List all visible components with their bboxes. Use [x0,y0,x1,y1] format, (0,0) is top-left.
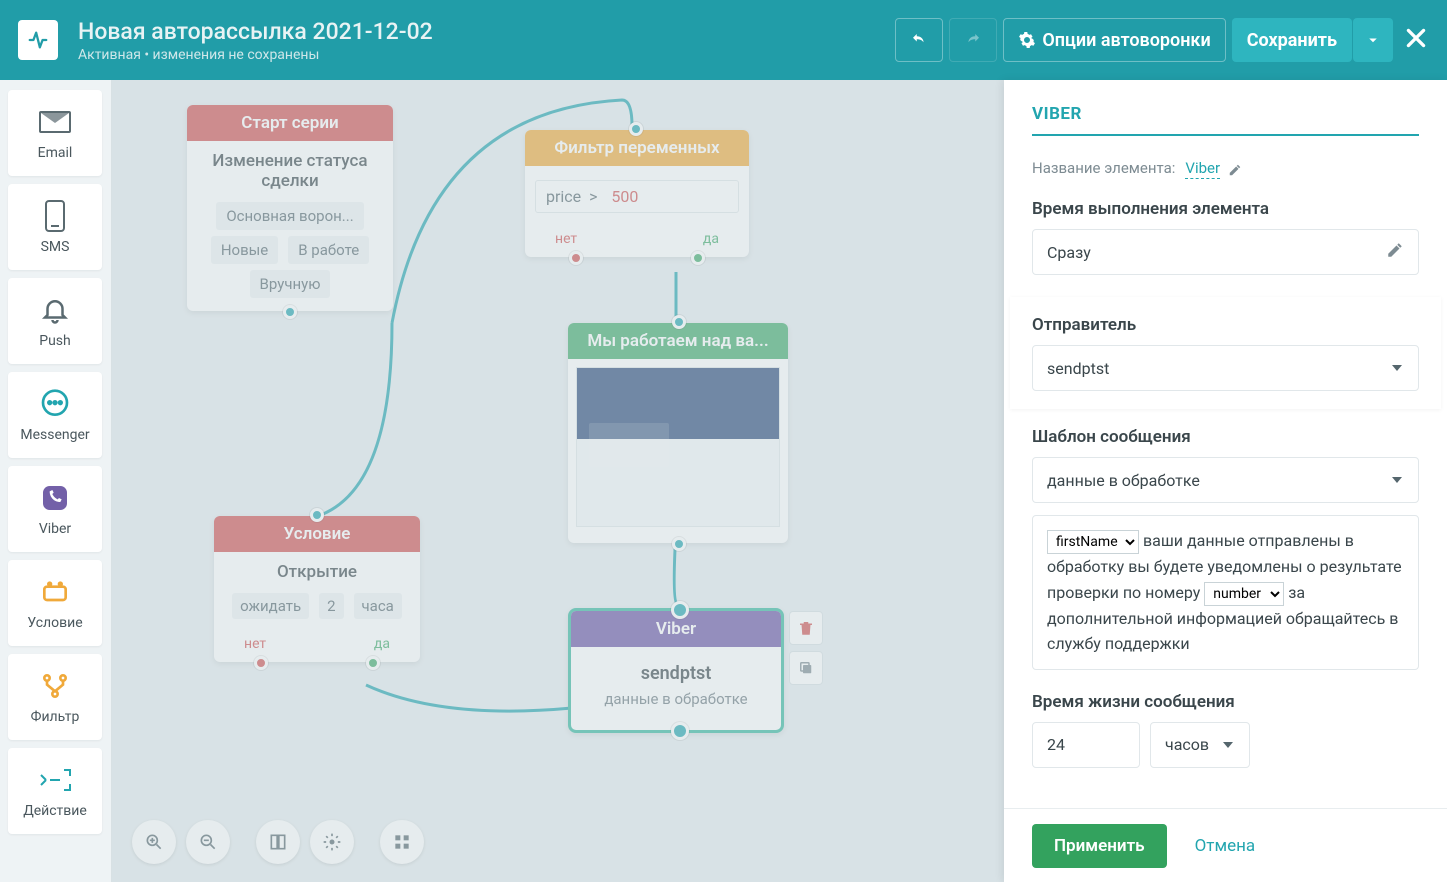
connector[interactable] [671,601,689,619]
email-preview [576,367,780,527]
connector[interactable] [629,122,643,136]
page-status: Активная • изменения не сохранены [78,47,889,63]
apply-button[interactable]: Применить [1032,824,1167,868]
save-dropdown[interactable] [1353,18,1393,62]
tool-sms[interactable]: SMS [8,184,102,270]
connector[interactable] [672,315,686,329]
connector[interactable] [310,508,324,522]
tool-action[interactable]: Действие [8,748,102,834]
connector-no[interactable] [254,656,268,670]
settings-button[interactable] [310,820,354,864]
save-button[interactable]: Сохранить [1232,18,1352,62]
tool-condition[interactable]: Условие [8,560,102,646]
element-name[interactable]: Viber [1185,159,1220,179]
zoom-in-button[interactable] [132,820,176,864]
map-button[interactable] [256,820,300,864]
tool-push[interactable]: Push [8,278,102,364]
close-button[interactable] [1403,25,1429,55]
connector[interactable] [283,305,297,319]
grid-button[interactable] [380,820,424,864]
tool-viber[interactable]: Viber [8,466,102,552]
delete-node-button[interactable] [789,611,823,645]
panel-title: VIBER [1032,104,1419,136]
app-logo[interactable] [18,20,58,60]
message-body[interactable]: firstName ваши данные отправлены в обраб… [1032,515,1419,670]
node-viber[interactable]: Viber sendptst данные в обработке [568,608,784,733]
tool-messenger[interactable]: Messenger [8,372,102,458]
node-start[interactable]: Старт серии Изменение статуса сделки Осн… [187,105,393,311]
connector[interactable] [671,722,689,740]
cancel-button[interactable]: Отмена [1195,836,1256,856]
pencil-icon [1386,241,1404,263]
copy-node-button[interactable] [789,651,823,685]
variable-number[interactable]: number [1204,582,1284,606]
template-select[interactable]: данные в обработке [1032,457,1419,503]
tool-email[interactable]: Email [8,90,102,176]
variable-firstname[interactable]: firstName [1047,530,1139,554]
edit-name-icon[interactable] [1228,162,1242,176]
node-email[interactable]: Мы работаем над ва... [568,323,788,543]
page-title: Новая авторассылка 2021-12-02 [78,18,889,45]
ttl-value-input[interactable]: 24 [1032,722,1140,768]
connector-yes[interactable] [691,251,705,265]
ttl-unit-select[interactable]: часов [1150,722,1250,768]
options-button[interactable]: Опции автоворонки [1003,18,1225,62]
tool-filter[interactable]: Фильтр [8,654,102,740]
connector-yes[interactable] [366,656,380,670]
connector[interactable] [672,537,686,551]
sender-select[interactable]: sendptst [1032,345,1419,391]
undo-button[interactable] [895,18,943,62]
zoom-out-button[interactable] [186,820,230,864]
node-condition[interactable]: Условие Открытие ожидать 2 часа нетда [214,516,420,662]
connector-no[interactable] [569,251,583,265]
node-filter[interactable]: Фильтр переменных price > 500 нетда [525,130,749,257]
redo-button[interactable] [949,18,997,62]
properties-panel: VIBER Название элемента: Viber Время вып… [1004,80,1447,882]
execution-time-field[interactable]: Сразу [1032,229,1419,275]
